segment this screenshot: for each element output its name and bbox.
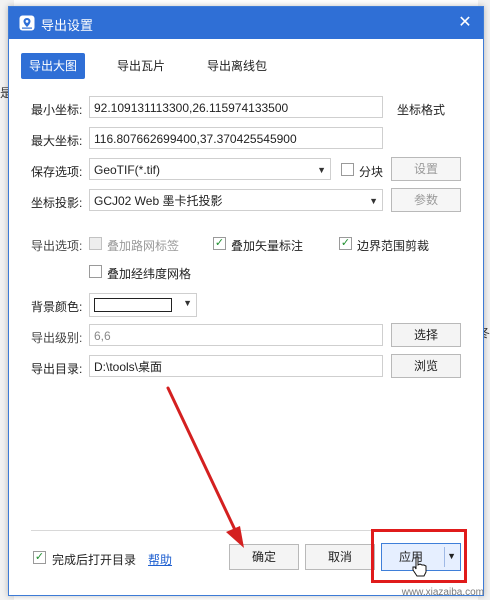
hand-cursor-icon bbox=[412, 556, 427, 577]
road-label-checkbox[interactable] bbox=[89, 237, 102, 250]
save-option-label: 保存选项: bbox=[31, 165, 83, 179]
open-after-label: 完成后打开目录 bbox=[52, 553, 137, 567]
min-coord-input[interactable]: 92.109131113300,26.115974133500 bbox=[89, 96, 383, 118]
max-coord-label: 最大坐标: bbox=[31, 134, 83, 148]
dialog-title: 导出设置 bbox=[41, 18, 94, 33]
tab-export-tiles[interactable]: 导出瓦片 bbox=[109, 53, 173, 79]
chevron-down-icon: ▼ bbox=[183, 298, 192, 308]
tab-export-large-image[interactable]: 导出大图 bbox=[21, 53, 85, 79]
coord-format-label[interactable]: 坐标格式 bbox=[397, 101, 445, 118]
background-color-label: 背景颜色: bbox=[31, 300, 83, 314]
export-options-label: 导出选项: bbox=[31, 239, 83, 253]
export-settings-dialog: 导出设置 ✕ 导出大图 导出瓦片 导出离线包 最小坐标: 92.10913111… bbox=[8, 6, 484, 596]
tab-export-offline-package[interactable]: 导出离线包 bbox=[197, 53, 277, 79]
export-dir-label: 导出目录: bbox=[31, 362, 83, 376]
map-logo-icon bbox=[19, 15, 35, 31]
select-level-button[interactable]: 选择 bbox=[391, 323, 461, 347]
latlon-grid-option: 叠加经纬度网格 bbox=[107, 267, 192, 281]
projection-select[interactable]: GCJ02 Web 墨卡托投影 ▼ bbox=[89, 189, 383, 211]
background-color-picker[interactable]: ▼ bbox=[89, 293, 197, 317]
params-button[interactable]: 参数 bbox=[391, 188, 461, 212]
check-icon: ✓ bbox=[34, 551, 45, 563]
check-icon: ✓ bbox=[340, 237, 351, 249]
boundary-clip-checkbox[interactable]: ✓ bbox=[339, 237, 352, 250]
save-format-value: GeoTIF(*.tif) bbox=[94, 163, 161, 177]
split-checkbox[interactable] bbox=[341, 163, 354, 176]
split-label: 分块 bbox=[359, 165, 384, 179]
title-bar[interactable]: 导出设置 ✕ bbox=[9, 7, 483, 39]
chevron-down-icon: ▼ bbox=[369, 196, 378, 206]
export-dir-input[interactable]: D:\tools\桌面 bbox=[89, 355, 383, 377]
export-level-input[interactable]: 6,6 bbox=[89, 324, 383, 346]
projection-value: GCJ02 Web 墨卡托投影 bbox=[94, 194, 223, 208]
close-button[interactable]: ✕ bbox=[455, 13, 475, 33]
projection-label: 坐标投影: bbox=[31, 196, 83, 210]
min-coord-label: 最小坐标: bbox=[31, 103, 83, 117]
boundary-clip-option: 边界范围剪裁 bbox=[357, 239, 430, 253]
open-after-checkbox[interactable]: ✓ bbox=[33, 551, 46, 564]
close-icon: ✕ bbox=[458, 14, 472, 31]
max-coord-input[interactable]: 116.807662699400,37.370425545900 bbox=[89, 127, 383, 149]
save-format-select[interactable]: GeoTIF(*.tif) ▼ bbox=[89, 158, 331, 180]
color-swatch bbox=[94, 298, 172, 312]
help-link[interactable]: 帮助 bbox=[148, 551, 172, 568]
latlon-grid-checkbox[interactable] bbox=[89, 265, 102, 278]
vector-label-option: 叠加矢量标注 bbox=[231, 239, 304, 253]
vector-label-checkbox[interactable]: ✓ bbox=[213, 237, 226, 250]
road-label-option: 叠加路网标签 bbox=[107, 239, 180, 253]
cancel-button[interactable]: 取消 bbox=[305, 544, 375, 570]
export-level-label: 导出级别: bbox=[31, 331, 83, 345]
settings-button[interactable]: 设置 bbox=[391, 157, 461, 181]
ok-button[interactable]: 确定 bbox=[229, 544, 299, 570]
chevron-down-icon: ▼ bbox=[317, 165, 326, 175]
watermark: www.xiazaiba.com bbox=[401, 587, 484, 598]
browse-button[interactable]: 浏览 bbox=[391, 354, 461, 378]
check-icon: ✓ bbox=[214, 237, 225, 249]
